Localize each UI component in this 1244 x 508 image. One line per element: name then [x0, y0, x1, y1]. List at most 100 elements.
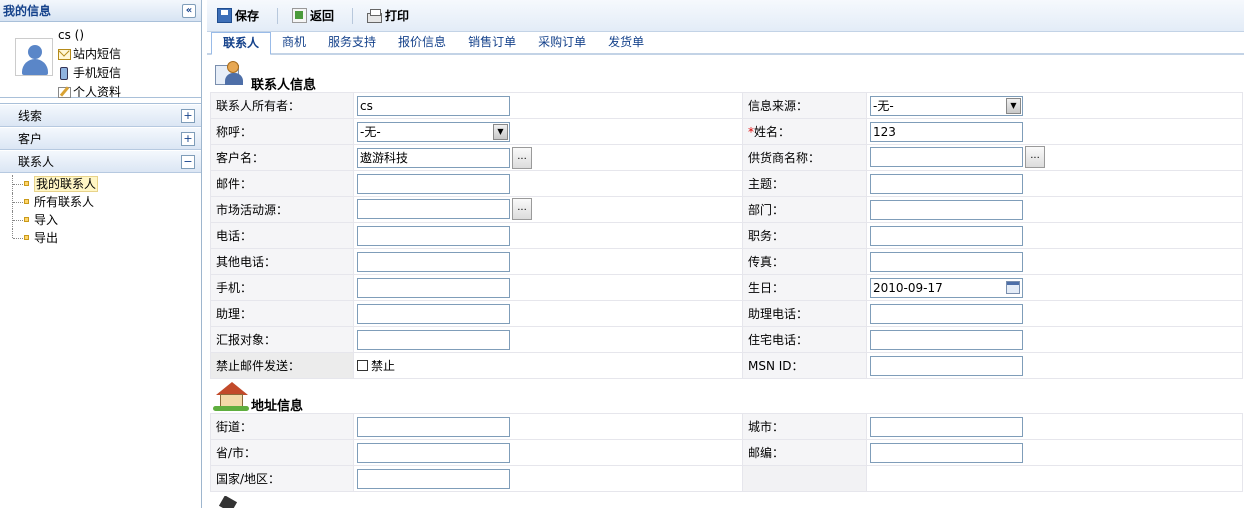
- collapse-icon[interactable]: «: [182, 4, 196, 18]
- vendor-name-input[interactable]: [870, 146, 1023, 167]
- other-phone-input[interactable]: [357, 251, 510, 272]
- email-input[interactable]: [357, 173, 510, 194]
- back-icon: [292, 8, 308, 23]
- section-icon-partial: [213, 496, 243, 508]
- subject-input[interactable]: [870, 173, 1023, 194]
- postal-code-input[interactable]: [870, 442, 1023, 463]
- account-name-input[interactable]: 遨游科技: [357, 147, 510, 168]
- field-label: *姓名：: [742, 118, 867, 145]
- tree-item-my-contacts[interactable]: 我的联系人: [0, 175, 201, 193]
- contacts-tree: 我的联系人 所有联系人 导入 导出: [0, 173, 201, 247]
- tab-bar: 联系人 商机 服务支持 报价信息 销售订单 采购订单 发货单: [207, 32, 1244, 55]
- field-label: 市场活动源：: [210, 196, 354, 223]
- tab-sales-order[interactable]: 销售订单: [457, 32, 527, 53]
- calendar-icon[interactable]: [1006, 280, 1020, 294]
- field-label: 街道：: [210, 413, 354, 440]
- link-profile[interactable]: 个人资料: [58, 83, 121, 102]
- empty-cell: [866, 465, 1243, 492]
- birthday-input[interactable]: 2010-09-17: [870, 277, 1023, 298]
- province-input[interactable]: [357, 442, 510, 463]
- link-internal-message[interactable]: 站内短信: [58, 45, 121, 64]
- save-button[interactable]: 保存: [217, 7, 259, 24]
- form-row: 称呼： -无- ▼ *姓名： 123: [210, 118, 1243, 145]
- tab-quote[interactable]: 报价信息: [387, 32, 457, 53]
- title-input[interactable]: [870, 225, 1023, 246]
- field-label: 国家/地区：: [210, 465, 354, 492]
- nav-label: 联系人: [18, 155, 55, 169]
- street-input[interactable]: [357, 416, 510, 437]
- salutation-select[interactable]: -无- ▼: [357, 121, 510, 142]
- back-button[interactable]: 返回: [292, 7, 334, 24]
- home-phone-input[interactable]: [870, 329, 1023, 350]
- tab-shipment[interactable]: 发货单: [597, 32, 655, 53]
- toolbar: 保存 返回 打印: [207, 0, 1244, 32]
- form-row: 汇报对象： 住宅电话：: [210, 326, 1243, 353]
- city-input[interactable]: [870, 416, 1023, 437]
- mobile-input[interactable]: [357, 277, 510, 298]
- department-input[interactable]: [870, 199, 1023, 220]
- tab-contact[interactable]: 联系人: [211, 32, 272, 55]
- msn-id-input[interactable]: [870, 355, 1023, 376]
- form-row: 手机： 生日： 2010-09-17: [210, 274, 1243, 301]
- tree-item-export[interactable]: 导出: [0, 229, 201, 247]
- node-icon: [24, 235, 29, 240]
- tab-service[interactable]: 服务支持: [317, 32, 387, 53]
- form-row: 街道： 城市：: [210, 413, 1243, 440]
- tree-item-all-contacts[interactable]: 所有联系人: [0, 193, 201, 211]
- nav-customers[interactable]: 客户 +: [0, 127, 201, 150]
- print-button[interactable]: 打印: [367, 7, 409, 24]
- address-section-title: 地址信息: [207, 379, 1244, 414]
- avatar: [15, 38, 53, 76]
- mail-icon: [58, 49, 71, 60]
- lookup-button[interactable]: ...: [1025, 145, 1045, 168]
- field-label: 称呼：: [210, 118, 354, 145]
- field-label: 城市：: [742, 413, 867, 440]
- country-input[interactable]: [357, 468, 510, 489]
- field-label: 主题：: [742, 170, 867, 197]
- address-form: 街道： 城市： 省/市： 邮编： 国家/地区：: [210, 413, 1243, 492]
- field-label: 联系人所有者：: [210, 92, 354, 119]
- collapse-icon[interactable]: −: [181, 155, 195, 169]
- tree-item-import[interactable]: 导入: [0, 211, 201, 229]
- form-row: 助理： 助理电话：: [210, 300, 1243, 327]
- field-label: 电话：: [210, 222, 354, 249]
- expand-icon[interactable]: +: [181, 132, 195, 146]
- expand-icon[interactable]: +: [181, 109, 195, 123]
- lookup-button[interactable]: ...: [512, 146, 532, 169]
- reports-to-input[interactable]: [357, 329, 510, 350]
- lookup-button[interactable]: ...: [512, 197, 532, 220]
- tab-opportunity[interactable]: 商机: [271, 32, 317, 53]
- email-opt-out-checkbox[interactable]: 禁止: [357, 357, 742, 374]
- name-input[interactable]: 123: [870, 121, 1023, 142]
- field-label: 汇报对象：: [210, 326, 354, 353]
- campaign-source-input[interactable]: [357, 198, 510, 219]
- nav-contacts[interactable]: 联系人 −: [0, 150, 201, 173]
- field-label: 传真：: [742, 248, 867, 275]
- assistant-phone-input[interactable]: [870, 303, 1023, 324]
- lead-source-select[interactable]: -无- ▼: [870, 95, 1023, 116]
- nav-label: 线索: [18, 109, 43, 123]
- phone-input[interactable]: [357, 225, 510, 246]
- phone-icon: [60, 67, 68, 80]
- save-icon: [217, 8, 232, 23]
- print-icon: [367, 8, 383, 23]
- field-label: 客户名：: [210, 144, 354, 171]
- assistant-input[interactable]: [357, 303, 510, 324]
- edit-icon: [58, 87, 71, 98]
- fax-input[interactable]: [870, 251, 1023, 272]
- node-icon: [24, 199, 29, 204]
- field-label: 信息来源：: [742, 92, 867, 119]
- link-label: 个人资料: [73, 85, 122, 99]
- form-row: 其他电话： 传真：: [210, 248, 1243, 275]
- checkbox-icon[interactable]: [357, 360, 368, 371]
- field-label: 助理：: [210, 300, 354, 327]
- sidebar: 我的信息 « cs () 站内短信 手机短信 个人资料 线索 + 客户 + 联系…: [0, 0, 202, 508]
- contact-card-icon: [215, 61, 245, 89]
- link-sms[interactable]: 手机短信: [58, 64, 121, 83]
- dropdown-arrow-icon: ▼: [493, 123, 508, 140]
- nav-label: 客户: [18, 132, 43, 146]
- tab-purchase-order[interactable]: 采购订单: [527, 32, 597, 53]
- nav-leads[interactable]: 线索 +: [0, 104, 201, 127]
- field-label: 其他电话：: [210, 248, 354, 275]
- owner-input[interactable]: cs: [357, 95, 510, 116]
